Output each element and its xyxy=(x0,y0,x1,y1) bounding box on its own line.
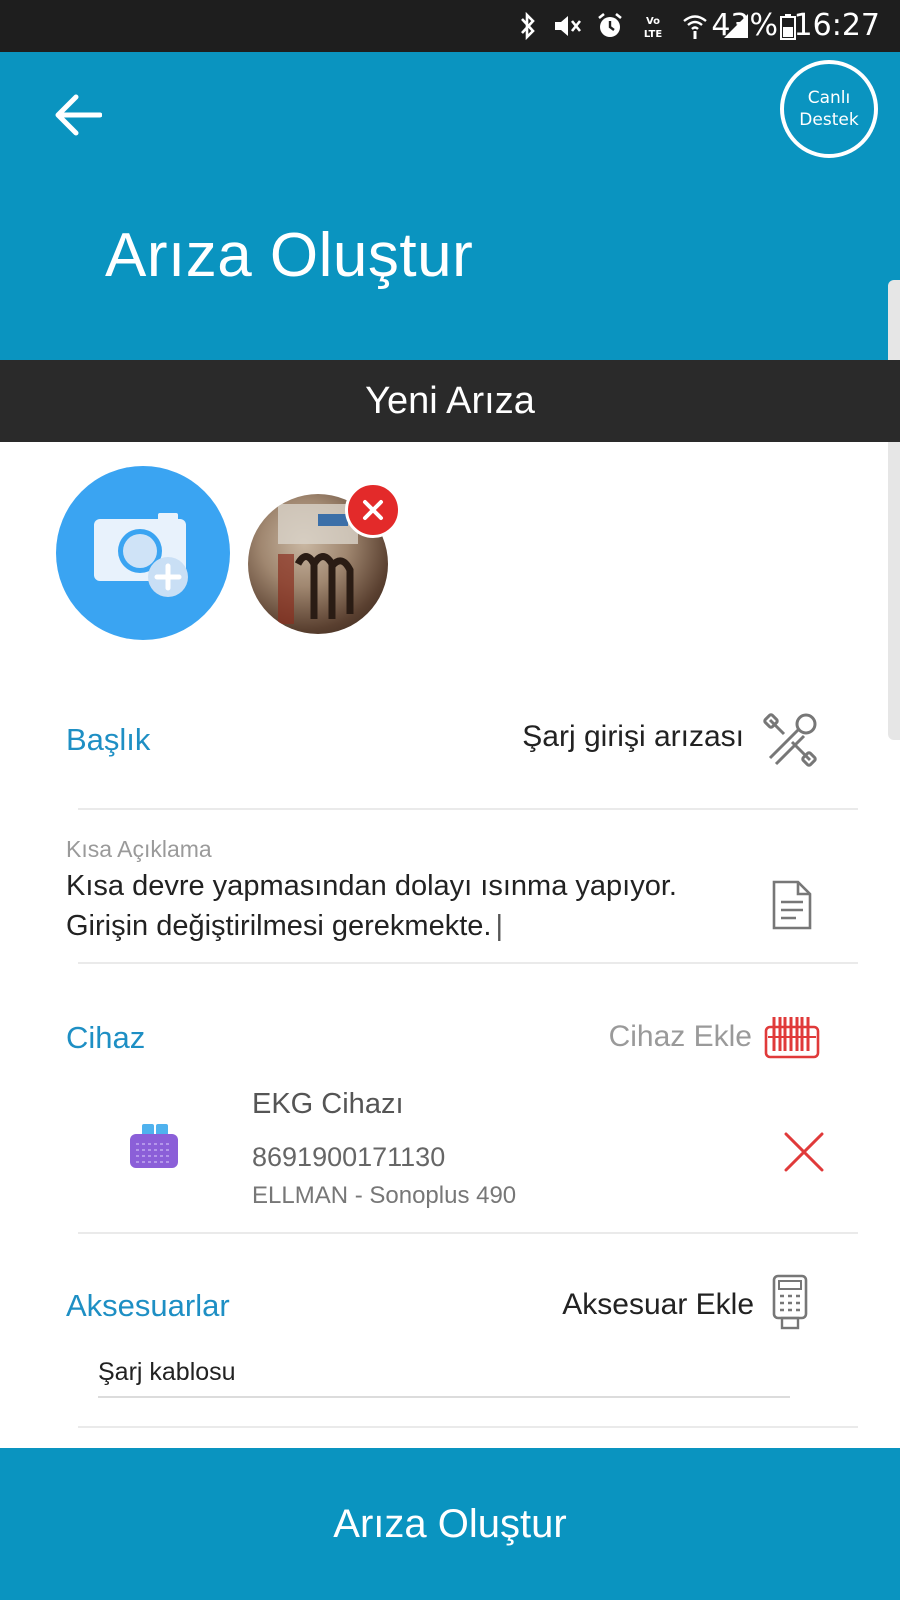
accessory-underline xyxy=(98,1396,790,1398)
divider xyxy=(78,1426,858,1428)
close-icon xyxy=(363,500,383,520)
page-title: Arıza Oluştur xyxy=(105,221,474,290)
device-name: EKG Cihazı xyxy=(252,1088,404,1120)
alarm-icon xyxy=(598,12,622,37)
bluetooth-icon xyxy=(521,12,535,40)
accessories-label: Aksesuarlar xyxy=(66,1288,230,1323)
divider xyxy=(78,962,858,964)
back-button[interactable] xyxy=(48,85,108,145)
tools-icon[interactable] xyxy=(762,712,818,768)
section-title: Yeni Arıza xyxy=(0,360,900,442)
divider xyxy=(78,808,858,810)
volte-icon: Vo LTE xyxy=(644,16,663,40)
remove-device-button[interactable] xyxy=(780,1128,828,1176)
mute-icon xyxy=(555,16,582,36)
divider xyxy=(78,1232,858,1234)
clock: 16:27 xyxy=(793,8,880,43)
battery-percent: 43% xyxy=(711,8,778,43)
document-icon[interactable] xyxy=(770,880,814,930)
svg-text:Vo: Vo xyxy=(646,16,660,27)
app-header: Canlı Destek Arıza Oluştur xyxy=(0,52,900,360)
camera-add-icon xyxy=(94,513,188,597)
title-label: Başlık xyxy=(66,722,151,757)
barcode-icon[interactable] xyxy=(764,1013,820,1059)
device-icon xyxy=(130,1124,178,1168)
accessory-item[interactable]: Şarj kablosu xyxy=(98,1358,236,1387)
live-support-button[interactable]: Canlı Destek xyxy=(780,60,878,158)
description-field[interactable]: Kısa devre yapmasından dolayı ısınma yap… xyxy=(66,866,726,946)
add-device-button[interactable]: Cihaz Ekle xyxy=(609,1020,752,1054)
edge-panel-handle[interactable] xyxy=(888,280,900,740)
arrow-left-icon xyxy=(55,94,102,136)
device-barcode: 8691900171130 xyxy=(252,1142,446,1172)
live-support-label: Canlı Destek xyxy=(799,88,859,130)
svg-text:LTE: LTE xyxy=(644,29,663,40)
device-label: Cihaz xyxy=(66,1020,146,1055)
wifi-icon xyxy=(683,15,707,39)
create-fault-button[interactable]: Arıza Oluştur xyxy=(0,1448,900,1600)
device-model: ELLMAN - Sonoplus 490 xyxy=(252,1182,517,1209)
remove-photo-button[interactable] xyxy=(345,482,401,538)
title-field[interactable]: Şarj girişi arızası xyxy=(522,720,744,754)
status-bar: Vo LTE 43% 16:27 xyxy=(0,0,900,52)
accessory-icon[interactable] xyxy=(770,1274,810,1332)
description-label: Kısa Açıklama xyxy=(66,836,212,862)
add-accessory-button[interactable]: Aksesuar Ekle xyxy=(562,1288,754,1322)
add-photo-button[interactable] xyxy=(56,466,230,640)
